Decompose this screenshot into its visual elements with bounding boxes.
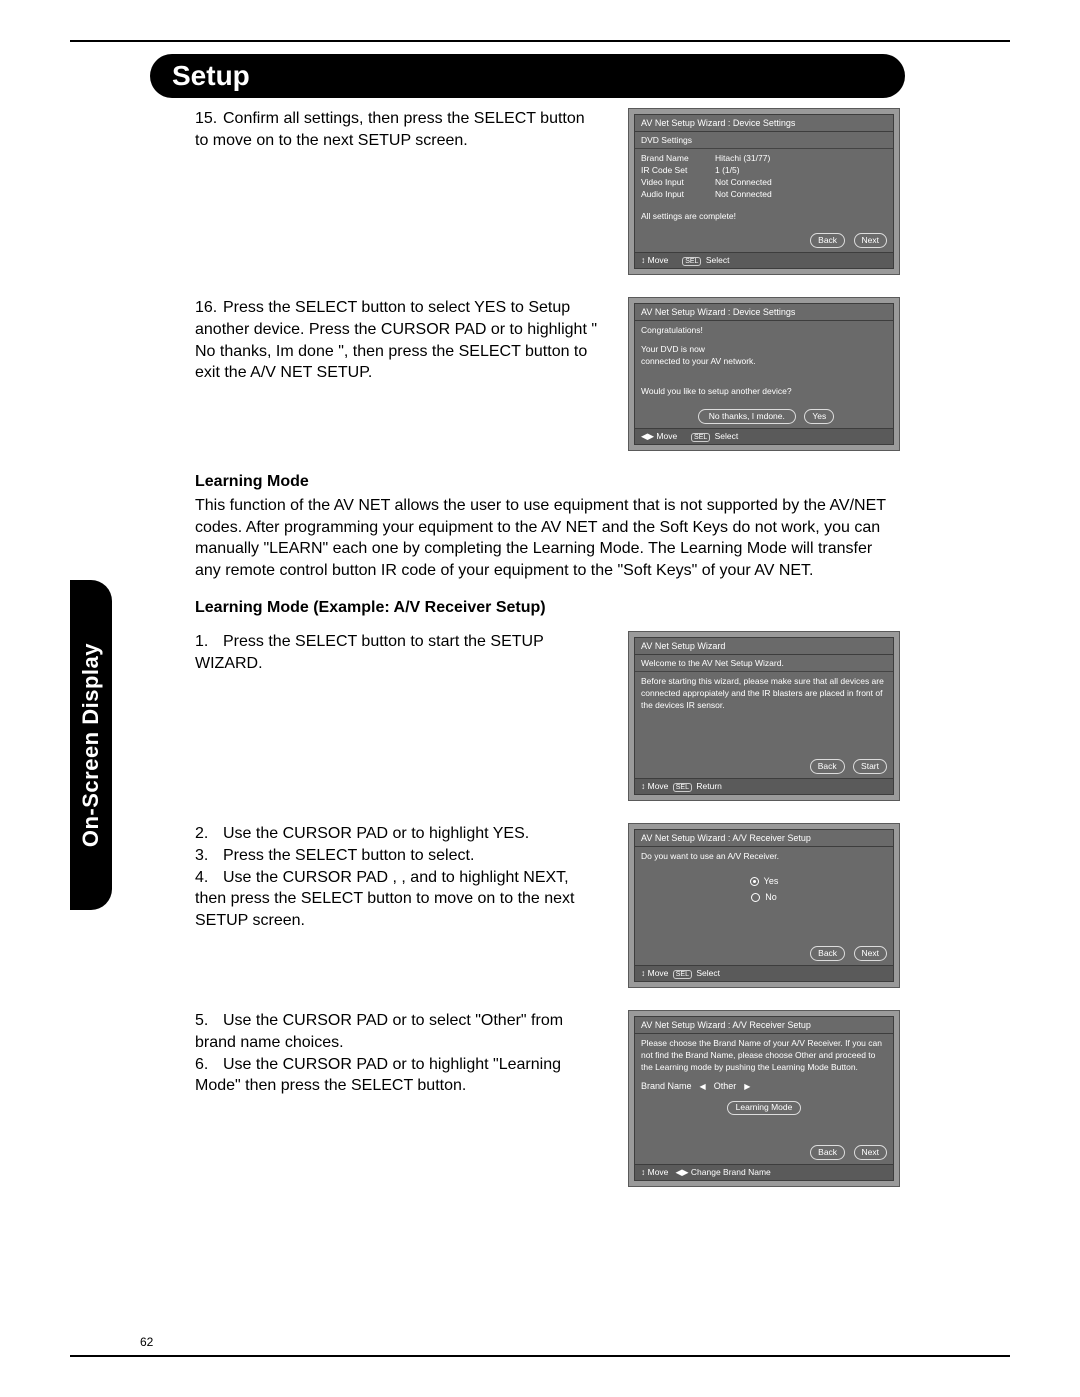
osd-msg: Please choose the Brand Name of your A/V…	[641, 1038, 887, 1074]
osd-brand-value: Other	[714, 1080, 737, 1093]
osd-title: AV Net Setup Wizard : Device Settings	[635, 115, 893, 132]
osd-subtitle: DVD Settings	[635, 132, 893, 149]
osd-footer: ◀▶ Move SEL Select	[635, 428, 893, 444]
step-number: 16.	[195, 297, 223, 319]
osd-screenshot-5: AV Net Setup Wizard : A/V Receiver Setup…	[628, 1010, 900, 1187]
osd-back-button: Back	[810, 759, 845, 774]
step-row: 15.Confirm all settings, then press the …	[195, 108, 900, 275]
osd-screenshot-3: AV Net Setup Wizard Welcome to the AV Ne…	[628, 631, 900, 801]
step-number: 5.	[195, 1010, 223, 1032]
osd-footer: ↕ Move SEL Select	[635, 965, 893, 981]
step-text: 16.Press the SELECT button to select YES…	[195, 297, 598, 383]
osd-msg: Would you like to setup another device?	[641, 386, 887, 398]
osd-footer: ↕ Move SEL Return	[635, 778, 893, 794]
osd-back-button: Back	[810, 1145, 845, 1160]
osd-footer: ↕ Move SEL Select	[635, 252, 893, 268]
step-body: Press the SELECT button to select YES to…	[195, 299, 597, 381]
step-text: 15.Confirm all settings, then press the …	[195, 108, 598, 151]
step-number: 4.	[195, 867, 223, 889]
osd-key: Brand Name	[641, 153, 703, 165]
step-text: 5.Use the CURSOR PAD or to select "Other…	[195, 1010, 598, 1096]
osd-yes-button: Yes	[804, 409, 834, 424]
step-number: 6.	[195, 1054, 223, 1076]
osd-footer: ↕ Move ◀▶ Change Brand Name	[635, 1164, 893, 1180]
osd-brand-label: Brand Name	[641, 1080, 692, 1093]
learning-mode-heading: Learning Mode	[195, 473, 900, 491]
osd-screenshot-4: AV Net Setup Wizard : A/V Receiver Setup…	[628, 823, 900, 988]
step-body: Confirm all settings, then press the SEL…	[195, 110, 585, 149]
step-body: Use the CURSOR PAD , , and to highlight …	[195, 869, 575, 929]
osd-key: Audio Input	[641, 189, 703, 201]
osd-opt-no: No	[765, 891, 777, 904]
step-row: 16.Press the SELECT button to select YES…	[195, 297, 900, 451]
side-tab-label: On-Screen Display	[78, 643, 104, 847]
osd-start-button: Start	[853, 759, 887, 774]
osd-screenshot-1: AV Net Setup Wizard : Device Settings DV…	[628, 108, 900, 275]
osd-msg: All settings are complete!	[641, 211, 887, 223]
osd-val: Hitachi (31/77)	[715, 153, 770, 165]
triangle-right-icon: ▶	[744, 1081, 750, 1092]
osd-msg: Congratulations!	[641, 325, 887, 337]
osd-title: AV Net Setup Wizard : Device Settings	[635, 304, 893, 321]
osd-subtitle: Welcome to the AV Net Setup Wizard.	[635, 655, 893, 672]
step-body: Press the SELECT button to select.	[223, 847, 474, 864]
step-row: 2.Use the CURSOR PAD or to highlight YES…	[195, 823, 900, 988]
radio-filled-icon	[750, 877, 759, 886]
content-area: 15.Confirm all settings, then press the …	[195, 108, 900, 1209]
osd-val: 1 (1/5)	[715, 165, 740, 177]
osd-next-button: Next	[854, 1145, 887, 1160]
example-heading: Learning Mode (Example: A/V Receiver Set…	[195, 599, 900, 617]
osd-title: AV Net Setup Wizard : A/V Receiver Setup	[635, 830, 893, 847]
side-tab: On-Screen Display	[70, 580, 112, 910]
triangle-left-icon: ◀	[700, 1081, 706, 1092]
osd-msg: Your DVD is nowconnected to your AV netw…	[641, 344, 887, 368]
step-number: 2.	[195, 823, 223, 845]
osd-val: Not Connected	[715, 189, 772, 201]
section-header: Setup	[150, 54, 905, 98]
osd-screenshot-2: AV Net Setup Wizard : Device Settings Co…	[628, 297, 900, 451]
osd-opt-yes: Yes	[764, 875, 779, 888]
osd-val: Not Connected	[715, 177, 772, 189]
step-row: 5.Use the CURSOR PAD or to select "Other…	[195, 1010, 900, 1187]
osd-msg: Before starting this wizard, please make…	[641, 676, 887, 712]
osd-back-button: Back	[810, 946, 845, 961]
step-number: 15.	[195, 108, 223, 130]
step-body: Use the CURSOR PAD or to highlight YES.	[223, 825, 529, 842]
osd-next-button: Next	[854, 233, 887, 248]
radio-empty-icon	[751, 893, 760, 902]
osd-title: AV Net Setup Wizard : A/V Receiver Setup	[635, 1017, 893, 1034]
osd-learning-mode-button: Learning Mode	[727, 1101, 802, 1115]
step-number: 3.	[195, 845, 223, 867]
osd-title: AV Net Setup Wizard	[635, 638, 893, 655]
step-text: 1.Press the SELECT button to start the S…	[195, 631, 598, 674]
step-row: 1.Press the SELECT button to start the S…	[195, 631, 900, 801]
step-body: Press the SELECT button to start the SET…	[195, 633, 543, 672]
osd-no-button: No thanks, I mdone.	[698, 409, 796, 424]
osd-key: Video Input	[641, 177, 703, 189]
step-body: Use the CURSOR PAD or to highlight "Lear…	[195, 1056, 561, 1095]
step-body: Use the CURSOR PAD or to select "Other" …	[195, 1012, 563, 1051]
step-text: 2.Use the CURSOR PAD or to highlight YES…	[195, 823, 598, 931]
osd-next-button: Next	[854, 946, 887, 961]
step-number: 1.	[195, 631, 223, 653]
page-number: 62	[140, 1335, 153, 1349]
osd-back-button: Back	[810, 233, 845, 248]
section-title: Setup	[172, 60, 250, 92]
osd-msg: Do you want to use an A/V Receiver.	[641, 851, 887, 863]
osd-key: IR Code Set	[641, 165, 703, 177]
learning-mode-paragraph: This function of the AV NET allows the u…	[195, 495, 900, 581]
